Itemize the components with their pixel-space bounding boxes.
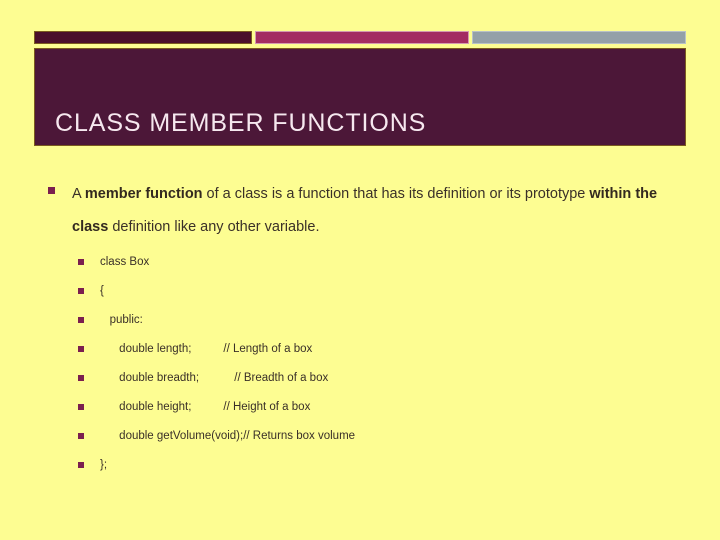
slide: CLASS MEMBER FUNCTIONS A member function… xyxy=(0,0,720,540)
list-item: public: xyxy=(0,306,720,335)
list-item: double breadth; // Breadth of a box xyxy=(0,364,720,393)
bullet-square-icon xyxy=(78,433,84,439)
list-item: double height; // Height of a box xyxy=(0,393,720,422)
list-item: }; xyxy=(0,451,720,480)
list-item: A member function of a class is a functi… xyxy=(0,178,720,244)
paragraph-bold-1: member function xyxy=(84,186,203,202)
title-block: CLASS MEMBER FUNCTIONS xyxy=(34,48,686,146)
list-item: double length; // Length of a box xyxy=(0,335,720,364)
list-item: double getVolume(void);// Returns box vo… xyxy=(0,422,720,451)
bullet-square-icon xyxy=(78,288,84,294)
code-line: }; xyxy=(100,459,108,471)
bullet-square-icon xyxy=(78,259,84,265)
list-item: { xyxy=(0,277,720,306)
paragraph-text: A member function of a class is a functi… xyxy=(72,178,667,244)
page-title: CLASS MEMBER FUNCTIONS xyxy=(55,108,427,137)
accent-bar-magenta xyxy=(255,31,469,44)
code-line: double breadth; // Breadth of a box xyxy=(100,372,329,384)
paragraph-part-1: A xyxy=(72,186,85,202)
accent-bar-dark xyxy=(34,31,252,44)
code-line: double getVolume(void);// Returns box vo… xyxy=(100,430,356,442)
body-content: A member function of a class is a functi… xyxy=(0,178,720,480)
paragraph-part-3: definition like any other variable. xyxy=(108,219,320,235)
bullet-square-icon xyxy=(78,404,84,410)
code-line: double height; // Height of a box xyxy=(100,401,311,413)
code-line: class Box xyxy=(100,256,150,268)
bullet-square-icon xyxy=(78,462,84,468)
list-item: class Box xyxy=(0,248,720,277)
code-line: public: xyxy=(100,314,143,326)
accent-bar-grey xyxy=(472,31,686,44)
bullet-square-icon xyxy=(78,317,84,323)
bullet-square-icon xyxy=(78,346,84,352)
bullet-square-icon xyxy=(48,187,55,194)
accent-bar-group xyxy=(34,31,686,44)
code-line: { xyxy=(100,285,104,297)
paragraph-part-2: of a class is a function that has its de… xyxy=(202,186,590,202)
code-line: double length; // Length of a box xyxy=(100,343,313,355)
bullet-square-icon xyxy=(78,375,84,381)
